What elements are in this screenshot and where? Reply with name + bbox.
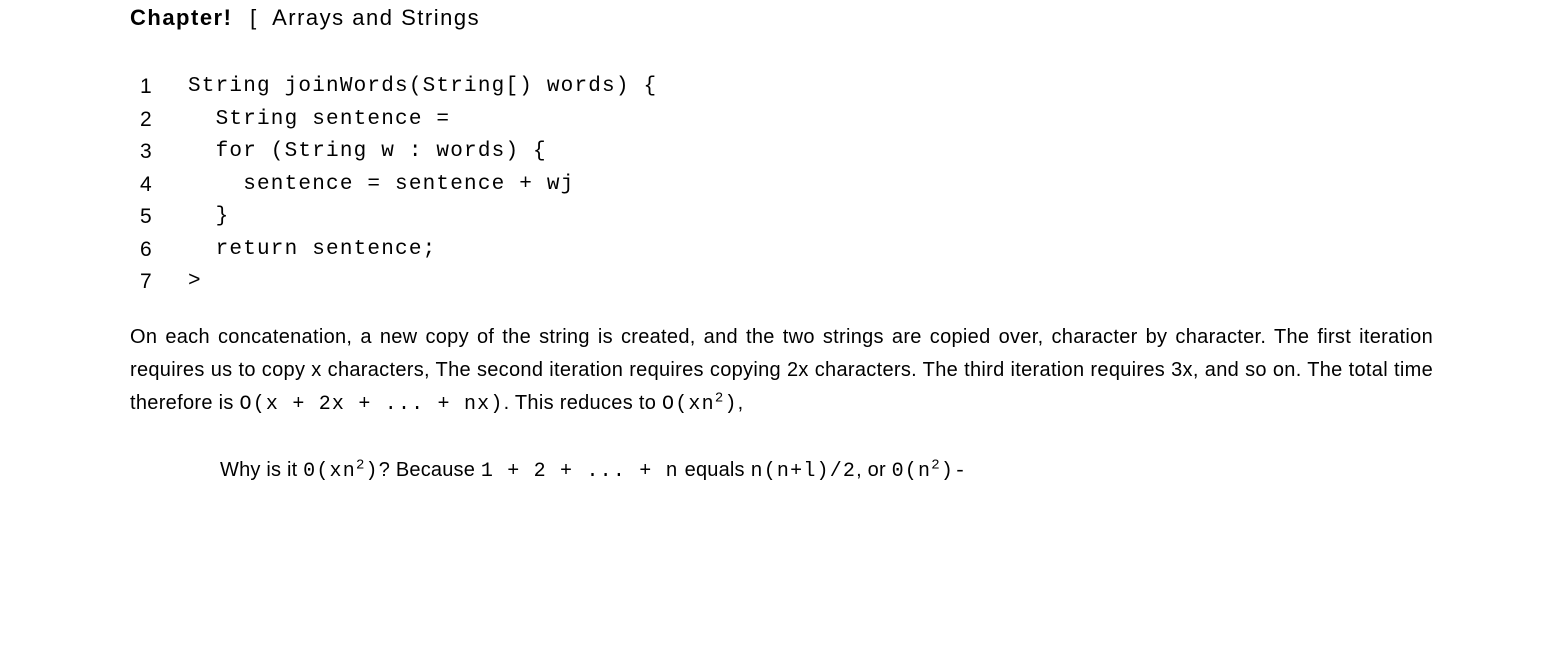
document-page: Chapter! [ Arrays and Strings 1 String j… bbox=[0, 0, 1563, 523]
note-text: ? Because bbox=[379, 459, 481, 481]
code-text: > bbox=[188, 266, 202, 299]
code-line: 1 String joinWords(String[) words) { bbox=[140, 71, 1433, 104]
chapter-bracket: [ bbox=[250, 5, 258, 30]
body-text: , bbox=[738, 392, 744, 414]
code-block: 1 String joinWords(String[) words) { 2 S… bbox=[140, 71, 1433, 299]
code-line: 2 String sentence = bbox=[140, 104, 1433, 137]
note-text: Why is it bbox=[220, 459, 303, 481]
code-text: String sentence = bbox=[188, 104, 450, 137]
body-paragraph: On each concatenation, a new copy of the… bbox=[130, 321, 1433, 421]
note-text: equals bbox=[679, 459, 751, 481]
line-number: 6 bbox=[140, 234, 188, 267]
line-number: 4 bbox=[140, 169, 188, 202]
chapter-header: Chapter! [ Arrays and Strings bbox=[130, 5, 1433, 31]
chapter-label: Chapter! bbox=[130, 5, 232, 30]
line-number: 1 bbox=[140, 71, 188, 104]
inline-code: O(xn2) bbox=[662, 393, 738, 416]
line-number: 5 bbox=[140, 201, 188, 234]
code-line: 6 return sentence; bbox=[140, 234, 1433, 267]
code-text: for (String w : words) { bbox=[188, 136, 547, 169]
inline-code: O(x + 2x + ... + nx) bbox=[240, 393, 504, 416]
chapter-title: Arrays and Strings bbox=[272, 5, 480, 30]
code-line: 4 sentence = sentence + wj bbox=[140, 169, 1433, 202]
line-number: 7 bbox=[140, 266, 188, 299]
line-number: 2 bbox=[140, 104, 188, 137]
code-line: 7 > bbox=[140, 266, 1433, 299]
inline-code: n(n+l)/2 bbox=[751, 460, 857, 483]
code-text: return sentence; bbox=[188, 234, 436, 267]
line-number: 3 bbox=[140, 136, 188, 169]
code-line: 3 for (String w : words) { bbox=[140, 136, 1433, 169]
code-text: String joinWords(String[) words) { bbox=[188, 71, 657, 104]
code-line: 5 } bbox=[140, 201, 1433, 234]
note-paragraph: Why is it 0(xn2)? Because 1 + 2 + ... + … bbox=[220, 459, 1433, 483]
body-text: . This reduces to bbox=[504, 392, 657, 414]
inline-code: 1 + 2 + ... + n bbox=[481, 460, 679, 483]
code-text: } bbox=[188, 201, 229, 234]
inline-code: 0(n2)- bbox=[892, 460, 968, 483]
note-text: , or bbox=[856, 459, 891, 481]
inline-code: 0(xn2) bbox=[303, 460, 379, 483]
code-text: sentence = sentence + wj bbox=[188, 169, 574, 202]
